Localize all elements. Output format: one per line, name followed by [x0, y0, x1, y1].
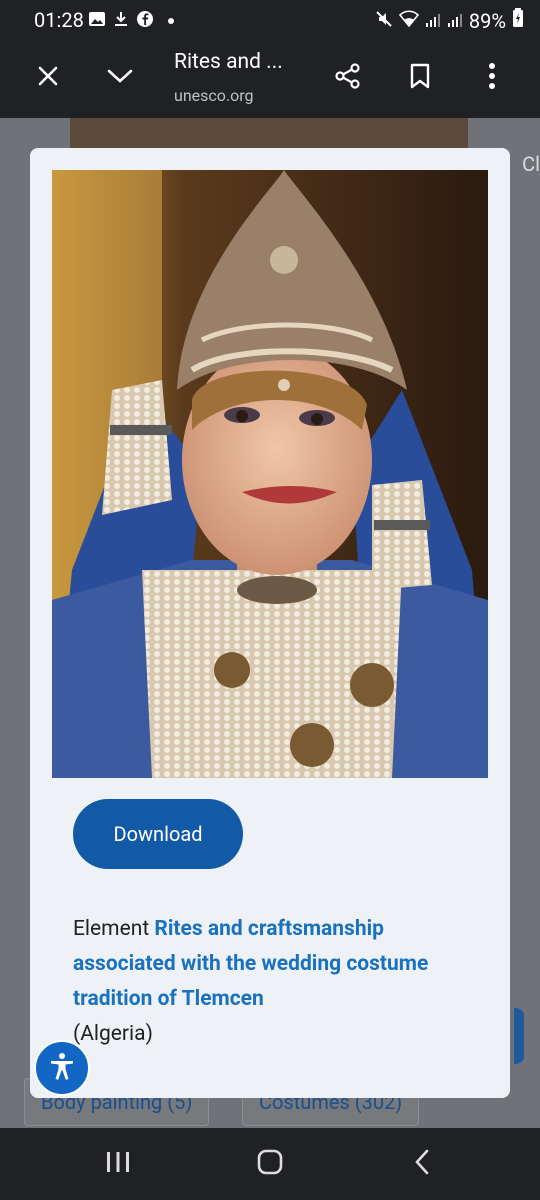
browser-toolbar: Rites and ... unesco.org: [0, 40, 540, 118]
gallery-icon: [88, 10, 106, 32]
download-button[interactable]: Download: [73, 799, 243, 869]
dot-icon: [168, 18, 174, 24]
status-bar: 01:28 89%: [0, 0, 540, 40]
signal-icon: [425, 9, 441, 33]
home-icon: [256, 1148, 284, 1180]
status-time: 01:28: [34, 8, 84, 32]
chevron-down-icon: [106, 66, 134, 90]
battery-icon: [512, 8, 524, 33]
back-button[interactable]: [392, 1140, 452, 1188]
facebook-icon: [136, 10, 154, 32]
download-status-icon: [112, 10, 130, 32]
signal-icon-2: [447, 9, 463, 33]
close-button[interactable]: [24, 54, 72, 102]
share-icon: [334, 62, 362, 94]
battery-percent: 89%: [468, 8, 506, 33]
page-side-text: Cl: [522, 152, 540, 176]
home-button[interactable]: [240, 1140, 300, 1188]
more-button[interactable]: [468, 54, 516, 102]
wifi-icon: [398, 9, 419, 33]
image-modal: Download Element Rites and craftsmanship…: [30, 148, 510, 1098]
bookmark-icon: [408, 62, 432, 94]
bookmark-button[interactable]: [396, 54, 444, 102]
background-photo: [70, 118, 468, 152]
accessibility-icon: [46, 1050, 78, 1086]
caption-country: (Algeria): [73, 1022, 153, 1046]
recent-apps-button[interactable]: [88, 1140, 148, 1188]
page-side-panel: [514, 1008, 524, 1064]
close-icon: [36, 64, 60, 92]
accessibility-button[interactable]: [34, 1040, 90, 1096]
collapse-button[interactable]: [96, 54, 144, 102]
share-button[interactable]: [324, 54, 372, 102]
page-title: Rites and ...: [174, 50, 283, 74]
mute-icon: [375, 9, 393, 33]
more-vert-icon: [488, 62, 496, 94]
navigation-bar: [0, 1128, 540, 1200]
page-url: unesco.org: [174, 86, 254, 105]
back-icon: [412, 1148, 432, 1180]
recent-apps-icon: [105, 1150, 131, 1178]
costume-photo: [52, 170, 488, 778]
image-caption: Element Rites and craftsmanship associat…: [73, 912, 473, 1052]
caption-prefix: Element: [73, 917, 155, 941]
